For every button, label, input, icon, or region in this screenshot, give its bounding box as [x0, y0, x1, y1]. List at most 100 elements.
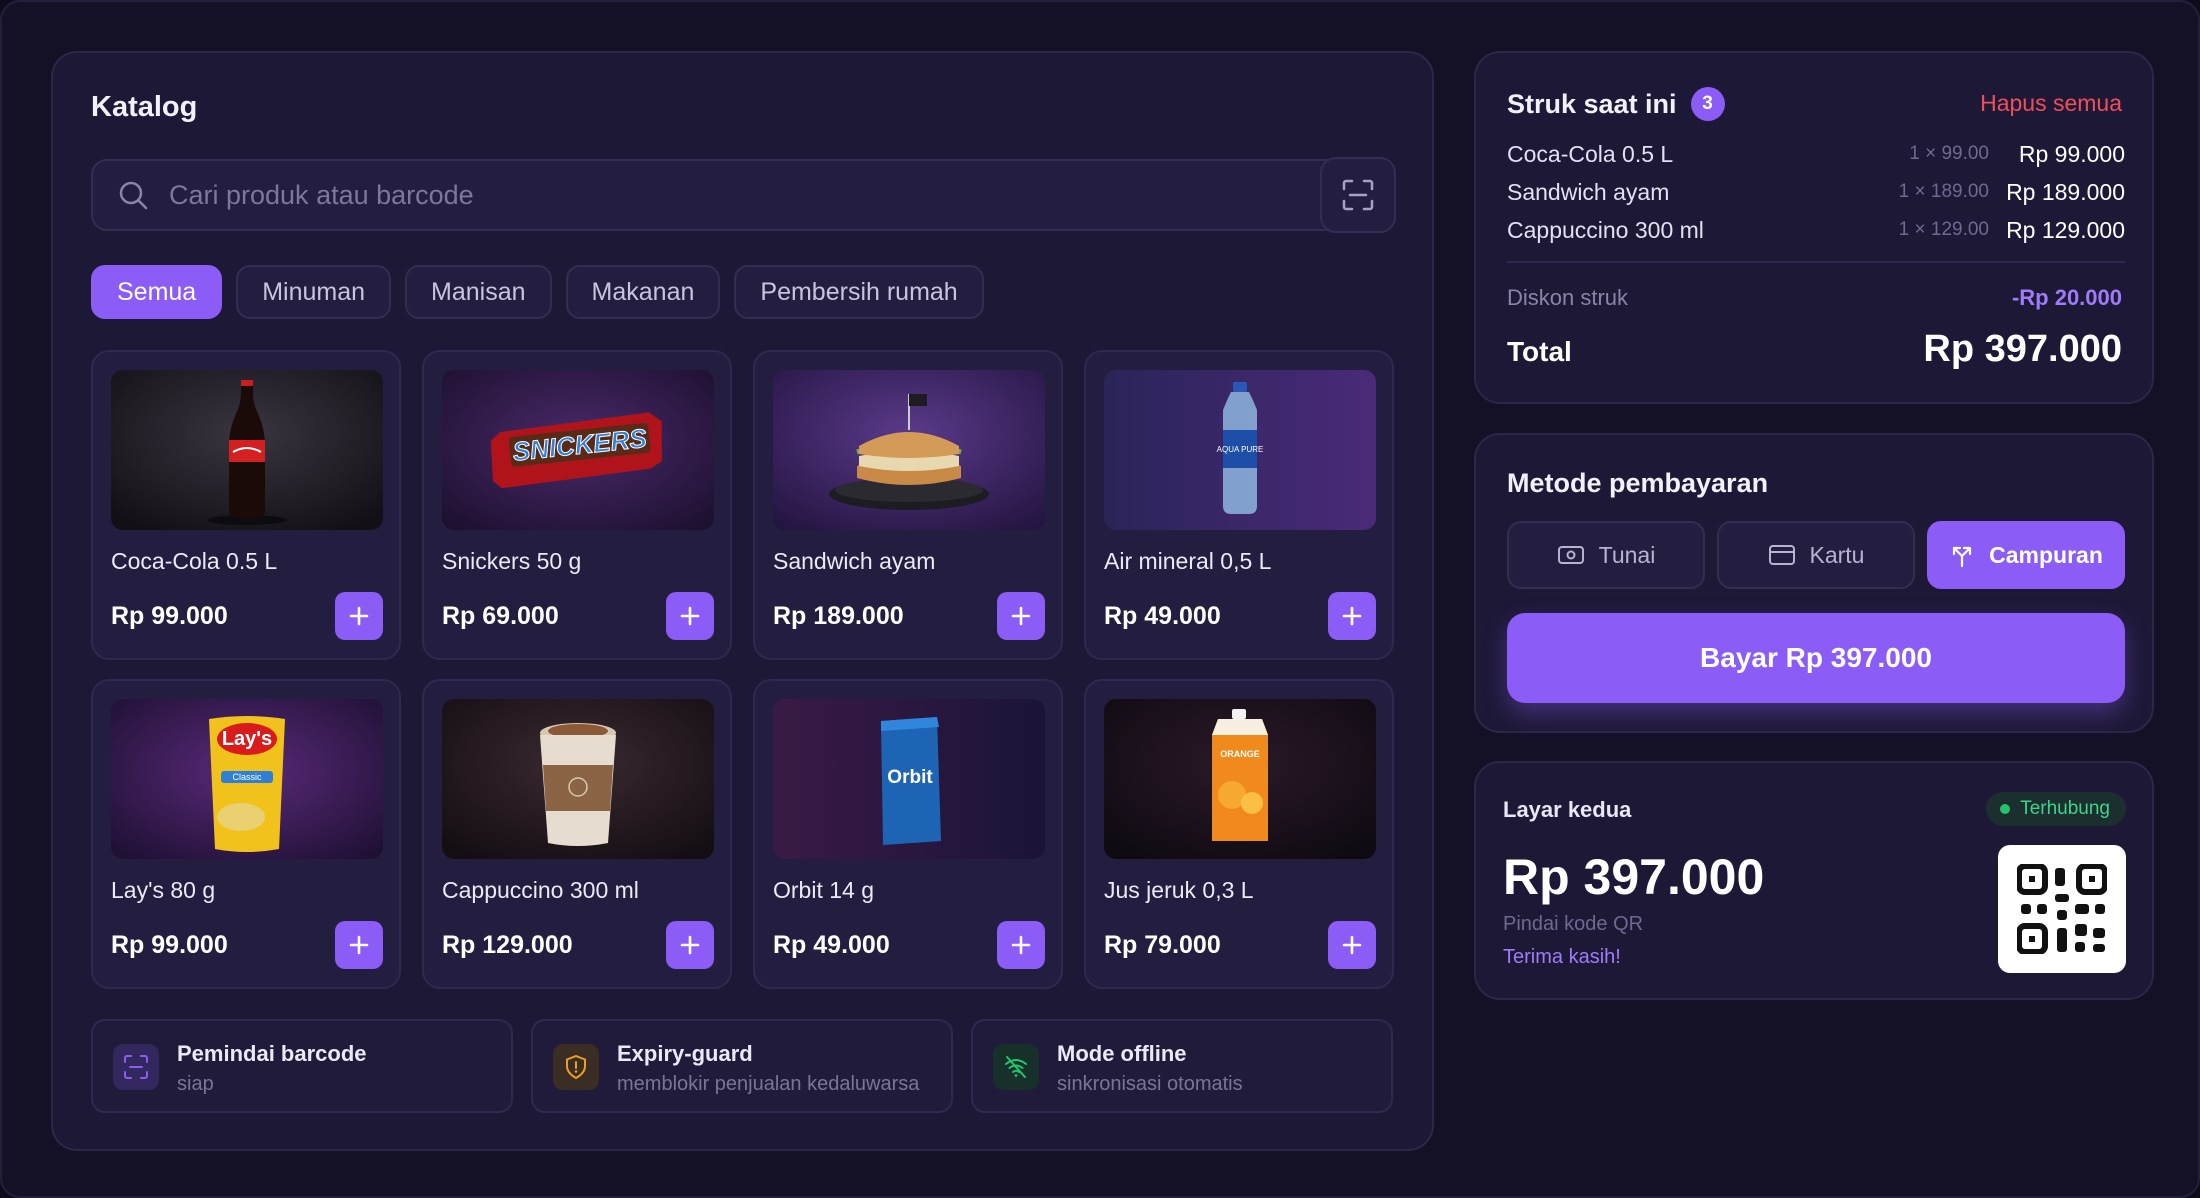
product-name: Orbit 14 g — [773, 877, 874, 903]
payment-option-mixed[interactable]: Campuran — [1927, 521, 2125, 589]
category-tabs: Semua Minuman Manisan Makanan Pembersih … — [91, 265, 984, 319]
plus-icon — [680, 935, 700, 955]
product-card[interactable]: Coca-Cola 0.5 L Rp 99.000 — [91, 350, 401, 660]
product-card[interactable]: Sandwich ayam Rp 189.000 — [753, 350, 1063, 660]
product-price: Rp 69.000 — [442, 602, 559, 630]
line-name: Sandwich ayam — [1507, 179, 1670, 205]
qr-hint: Pindai kode QR — [1503, 913, 1644, 935]
status-title: Expiry-guard — [617, 1041, 753, 1066]
status-dot-icon — [2000, 804, 2011, 814]
second-screen-title: Layar kedua — [1503, 797, 1632, 822]
add-to-cart-button[interactable] — [997, 921, 1045, 969]
plus-icon — [1342, 606, 1362, 626]
plus-icon — [1342, 935, 1362, 955]
line-qty: 1 × 99.00 — [1909, 143, 1989, 164]
scan-barcode-button[interactable] — [1320, 157, 1396, 233]
status-barcode-scanner: Pemindai barcode siap — [91, 1019, 513, 1113]
receipt-line[interactable]: Cappuccino 300 ml 1 × 129.00 Rp 129.000 — [1507, 217, 2125, 247]
line-qty: 1 × 129.00 — [1898, 219, 1989, 240]
line-name: Cappuccino 300 ml — [1507, 217, 1704, 243]
search-input[interactable] — [169, 179, 1269, 211]
product-price: Rp 49.000 — [1104, 602, 1221, 630]
payment-title: Metode pembayaran — [1507, 468, 1769, 498]
barcode-scan-icon — [113, 1044, 159, 1090]
product-card[interactable]: Orbit Orbit 14 g Rp 49.000 — [753, 679, 1063, 989]
receipt-line[interactable]: Coca-Cola 0.5 L 1 × 99.00 Rp 99.000 — [1507, 141, 2125, 171]
pay-button[interactable]: Bayar Rp 397.000 — [1507, 613, 2125, 703]
product-card[interactable]: SNICKERS Snickers 50 g Rp 69.000 — [422, 350, 732, 660]
status-offline-mode: Mode offline sinkronisasi otomatis — [971, 1019, 1393, 1113]
product-image-cola — [111, 370, 383, 530]
product-name: Coca-Cola 0.5 L — [111, 548, 278, 574]
payment-option-card[interactable]: Kartu — [1717, 521, 1915, 589]
product-price: Rp 99.000 — [111, 602, 228, 630]
total-label: Total — [1507, 336, 1572, 367]
product-image-juice: ORANGE — [1104, 699, 1376, 859]
add-to-cart-button[interactable] — [666, 592, 714, 640]
tab-semua[interactable]: Semua — [91, 265, 223, 319]
status-subtitle: siap — [177, 1073, 214, 1095]
product-grid: Coca-Cola 0.5 L Rp 99.000 SNICKERS Snick… — [91, 350, 1394, 989]
status-subtitle: memblokir penjualan kedaluwarsa — [617, 1073, 920, 1095]
product-name: Sandwich ayam — [773, 548, 936, 574]
search-box[interactable] — [91, 159, 1353, 231]
qr-code — [1998, 845, 2126, 973]
connection-status-badge: Terhubung — [1986, 792, 2126, 826]
product-card[interactable]: ORANGE Jus jeruk 0,3 L Rp 79.000 — [1084, 679, 1394, 989]
discount-value: -Rp 20.000 — [2011, 285, 2122, 310]
product-name: Snickers 50 g — [442, 548, 582, 574]
add-to-cart-button[interactable] — [666, 921, 714, 969]
add-to-cart-button[interactable] — [1328, 921, 1376, 969]
product-price: Rp 49.000 — [773, 931, 890, 959]
product-card[interactable]: AQUA PURE Air mineral 0,5 L Rp 49.000 — [1084, 350, 1394, 660]
shield-icon — [553, 1044, 599, 1090]
plus-icon — [1011, 935, 1031, 955]
payment-option-label: Campuran — [1989, 541, 2103, 568]
product-image-chips: Lay's Classic — [111, 699, 383, 859]
plus-icon — [1011, 606, 1031, 626]
connection-status-label: Terhubung — [2020, 798, 2110, 819]
add-to-cart-button[interactable] — [335, 921, 383, 969]
wifi-off-icon — [993, 1044, 1039, 1090]
line-name: Coca-Cola 0.5 L — [1507, 141, 1674, 167]
add-to-cart-button[interactable] — [335, 592, 383, 640]
tab-manisan[interactable]: Manisan — [405, 265, 552, 319]
clear-all-button[interactable]: Hapus semua — [1980, 90, 2122, 117]
scan-icon — [1342, 179, 1374, 211]
cash-icon — [1557, 546, 1584, 564]
add-to-cart-button[interactable] — [1328, 592, 1376, 640]
product-price: Rp 189.000 — [773, 602, 904, 630]
product-card[interactable]: Cappuccino 300 ml Rp 129.000 — [422, 679, 732, 989]
payment-option-cash[interactable]: Tunai — [1507, 521, 1705, 589]
product-card[interactable]: Lay's Classic Lay's 80 g Rp 99.000 — [91, 679, 401, 989]
status-title: Mode offline — [1057, 1041, 1187, 1066]
status-subtitle: sinkronisasi otomatis — [1057, 1073, 1243, 1095]
product-image-coffee — [442, 699, 714, 859]
payment-option-label: Kartu — [1809, 541, 1865, 568]
status-title: Pemindai barcode — [177, 1041, 367, 1066]
svg-text:Lay's: Lay's — [222, 728, 272, 750]
product-image-snickers: SNICKERS — [442, 370, 714, 530]
receipt-line[interactable]: Sandwich ayam 1 × 189.00 Rp 189.000 — [1507, 179, 2125, 209]
product-name: Cappuccino 300 ml — [442, 877, 639, 903]
product-name: Air mineral 0,5 L — [1104, 548, 1272, 574]
tab-makanan[interactable]: Makanan — [565, 265, 721, 319]
product-price: Rp 129.000 — [442, 931, 573, 959]
tab-minuman[interactable]: Minuman — [236, 265, 392, 319]
tab-pembersih-rumah[interactable]: Pembersih rumah — [734, 265, 984, 319]
plus-icon — [349, 935, 369, 955]
status-expiry-guard: Expiry-guard memblokir penjualan kedaluw… — [531, 1019, 953, 1113]
discount-label: Diskon struk — [1507, 285, 1629, 310]
qr-code-icon — [2017, 864, 2107, 954]
line-qty: 1 × 189.00 — [1898, 181, 1989, 202]
product-price: Rp 79.000 — [1104, 931, 1221, 959]
svg-text:AQUA PURE: AQUA PURE — [1217, 445, 1264, 454]
catalog-panel: Katalog Semua Minuman Manisan Makanan Pe… — [51, 51, 1434, 1151]
search-icon — [119, 181, 148, 210]
product-name: Lay's 80 g — [111, 877, 216, 903]
receipt-panel: Struk saat ini 3 Hapus semua Coca-Cola 0… — [1474, 51, 2154, 404]
plus-icon — [680, 606, 700, 626]
catalog-title: Katalog — [91, 91, 198, 123]
svg-text:Orbit: Orbit — [887, 767, 933, 788]
add-to-cart-button[interactable] — [997, 592, 1045, 640]
